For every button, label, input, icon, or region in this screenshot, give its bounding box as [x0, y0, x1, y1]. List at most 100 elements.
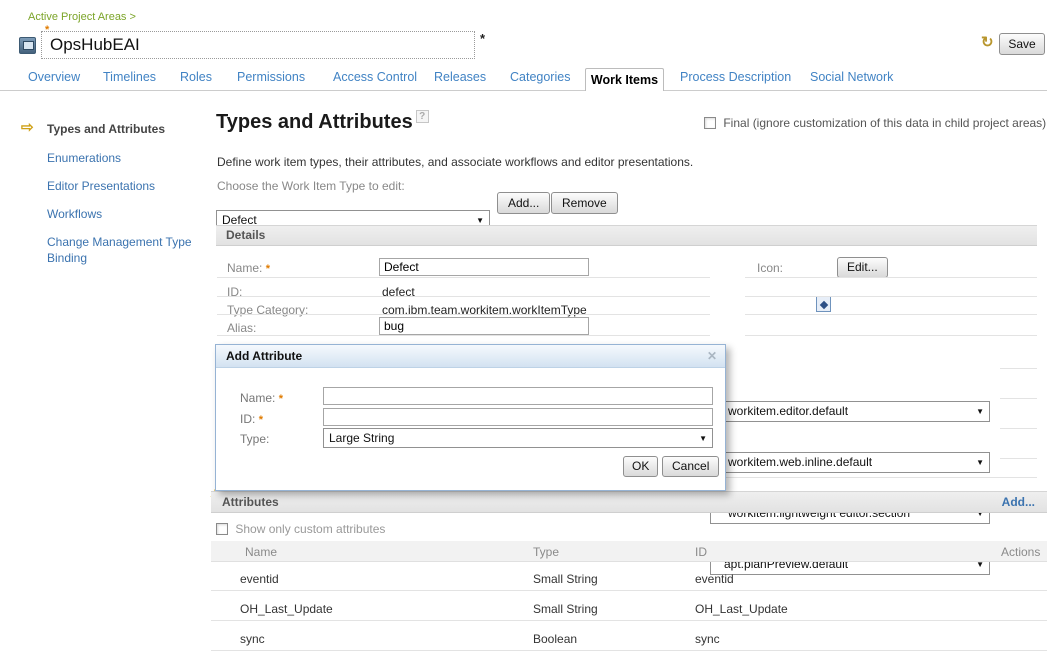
- close-icon[interactable]: ✕: [707, 349, 717, 363]
- sidebar-item-enumerations[interactable]: Enumerations: [47, 151, 121, 165]
- row-divider: [217, 277, 710, 278]
- row-divider: [745, 277, 1037, 278]
- breadcrumb[interactable]: Active Project Areas >: [28, 11, 136, 23]
- project-area-icon: [19, 37, 36, 54]
- dialog-titlebar[interactable]: Add Attribute ✕: [216, 345, 725, 368]
- dialog-type-label: Type:: [240, 432, 269, 446]
- choose-type-label: Choose the Work Item Type to edit:: [217, 179, 405, 193]
- name-label: Name: *: [227, 261, 270, 275]
- page-title: Types and Attributes: [216, 111, 413, 133]
- dialog-id-required-marker: *: [259, 414, 263, 426]
- attribute-row-type: Small String: [533, 602, 598, 616]
- attribute-row-type: Small String: [533, 572, 598, 586]
- chevron-down-icon: ▼: [976, 453, 984, 472]
- column-header-name: Name: [245, 545, 277, 559]
- row-divider: [1000, 368, 1037, 369]
- add-attribute-link[interactable]: Add...: [1002, 492, 1035, 512]
- remove-type-button[interactable]: Remove: [551, 192, 618, 214]
- row-divider: [217, 335, 710, 336]
- dialog-title: Add Attribute: [226, 349, 302, 363]
- work-item-type-icon: [816, 296, 831, 312]
- row-divider: [1000, 398, 1037, 399]
- alias-field[interactable]: [379, 317, 589, 335]
- row-divider: [1000, 458, 1037, 459]
- attribute-row-id: eventid: [695, 572, 734, 586]
- dialog-type-select[interactable]: Large String ▼: [323, 428, 713, 448]
- project-title-input[interactable]: OpsHubEAI: [41, 31, 475, 59]
- project-area-editor: Active Project Areas > * OpsHubEAI * ↻ S…: [0, 0, 1047, 658]
- refresh-icon[interactable]: ↻: [981, 33, 994, 51]
- attributes-section-title: Attributes: [222, 492, 279, 512]
- tab-releases[interactable]: Releases: [434, 70, 486, 84]
- current-section-arrow-icon: ⇨: [21, 118, 34, 136]
- dialog-name-required-marker: *: [279, 393, 283, 405]
- show-only-custom-label: Show only custom attributes: [235, 522, 385, 536]
- inline-web-presentation-value: workitem.web.inline.default: [728, 455, 872, 469]
- attribute-row-id: sync: [695, 632, 720, 646]
- row-divider: [1000, 428, 1037, 429]
- unsaved-changes-marker: *: [480, 31, 485, 46]
- row-divider: [211, 620, 1047, 621]
- section-description: Define work item types, their attributes…: [217, 155, 693, 169]
- attribute-row-type: Boolean: [533, 632, 577, 646]
- show-only-custom-checkbox[interactable]: [216, 523, 228, 535]
- column-header-actions: Actions: [1001, 545, 1040, 559]
- inline-web-presentation-select[interactable]: workitem.web.inline.default ▼: [710, 452, 990, 473]
- editor-presentation-value: workitem.editor.default: [728, 404, 848, 418]
- row-divider: [211, 590, 1047, 591]
- tab-permissions[interactable]: Permissions: [237, 70, 305, 84]
- tab-categories[interactable]: Categories: [510, 70, 570, 84]
- row-divider: [745, 335, 1037, 336]
- tab-timelines[interactable]: Timelines: [103, 70, 156, 84]
- alias-label: Alias:: [227, 321, 256, 335]
- chevron-down-icon: ▼: [976, 402, 984, 421]
- tab-access-control[interactable]: Access Control: [333, 70, 417, 84]
- dialog-name-field[interactable]: [323, 387, 713, 405]
- attribute-row-id: OH_Last_Update: [695, 602, 788, 616]
- sidebar-item-editor-presentations[interactable]: Editor Presentations: [47, 179, 155, 193]
- sidebar-item-workflows[interactable]: Workflows: [47, 207, 102, 221]
- row-divider: [217, 296, 710, 297]
- editor-presentation-select[interactable]: workitem.editor.default ▼: [710, 401, 990, 422]
- attributes-table-header: [211, 541, 1047, 562]
- icon-label: Icon:: [757, 261, 783, 275]
- save-button[interactable]: Save: [999, 33, 1045, 55]
- attribute-row-name[interactable]: eventid: [240, 572, 279, 586]
- details-section-bar: Details: [216, 225, 1037, 246]
- final-checkbox[interactable]: [704, 117, 716, 129]
- chevron-down-icon: ▼: [699, 429, 707, 448]
- tab-social-network[interactable]: Social Network: [810, 70, 893, 84]
- name-required-marker: *: [266, 263, 270, 275]
- tab-roles[interactable]: Roles: [180, 70, 212, 84]
- row-divider: [745, 314, 1037, 315]
- attribute-row-name[interactable]: sync: [240, 632, 265, 646]
- show-only-custom-option: Show only custom attributes: [216, 522, 385, 536]
- tab-overview[interactable]: Overview: [28, 70, 80, 84]
- tab-work-items[interactable]: Work Items: [585, 68, 664, 91]
- tab-process-description[interactable]: Process Description: [680, 70, 791, 84]
- sidebar-item-types-and-attributes[interactable]: Types and Attributes: [47, 122, 165, 136]
- sidebar-item-change-management-type-binding[interactable]: Change Management Type Binding: [47, 234, 197, 266]
- dialog-type-value: Large String: [329, 431, 394, 445]
- column-header-type: Type: [533, 545, 559, 559]
- add-type-button[interactable]: Add...: [497, 192, 550, 214]
- dialog-cancel-button[interactable]: Cancel: [662, 456, 719, 477]
- final-label: Final (ignore customization of this data…: [723, 116, 1046, 130]
- name-field[interactable]: [379, 258, 589, 276]
- details-section-title: Details: [226, 226, 265, 245]
- final-option: Final (ignore customization of this data…: [704, 116, 1046, 130]
- attributes-section-bar: Attributes Add...: [211, 491, 1047, 513]
- help-icon[interactable]: ?: [416, 110, 429, 123]
- row-divider: [211, 650, 1047, 651]
- dialog-id-field[interactable]: [323, 408, 713, 426]
- tabbar-divider: [0, 90, 1047, 91]
- edit-icon-button[interactable]: Edit...: [837, 257, 888, 278]
- attribute-row-name[interactable]: OH_Last_Update: [240, 602, 333, 616]
- dialog-name-label: Name: *: [240, 391, 283, 405]
- dialog-ok-button[interactable]: OK: [623, 456, 658, 477]
- page-heading-row: Types and Attributes?: [216, 110, 429, 134]
- column-header-id: ID: [695, 545, 707, 559]
- row-divider: [745, 296, 1037, 297]
- row-divider: [217, 314, 710, 315]
- dialog-id-label: ID: *: [240, 412, 263, 426]
